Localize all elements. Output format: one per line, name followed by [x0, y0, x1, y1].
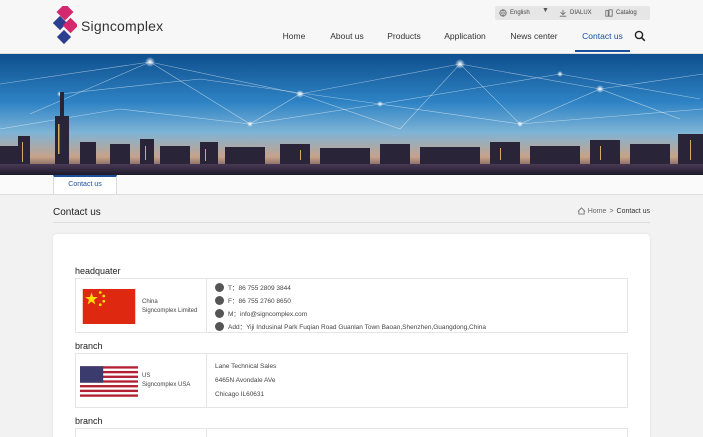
breadcrumb-home[interactable]: Home — [577, 207, 607, 215]
main-nav: Home About us Products Application News … — [0, 28, 703, 52]
branch-street-line: 6465N Avondale AVe — [215, 377, 276, 384]
section-label-branch-2: branch — [75, 416, 103, 426]
site-header: Signcomplex English ▼ DIALUX Catalog Hom… — [0, 0, 703, 54]
nav-contact-us[interactable]: Contact us — [575, 28, 630, 52]
dialux-link[interactable]: DIALUX — [559, 8, 592, 18]
phone-icon — [215, 282, 224, 292]
search-icon[interactable] — [634, 30, 646, 42]
tab-contact-us[interactable]: Contact us — [53, 175, 117, 195]
catalog-link[interactable]: Catalog — [605, 8, 637, 18]
home-icon — [577, 207, 586, 215]
breadcrumb: Home > Contact us — [577, 207, 650, 215]
section-label-branch: branch — [75, 341, 103, 351]
mail-value[interactable]: M：info@signcomplex.com — [228, 308, 307, 318]
mail-icon — [215, 308, 224, 318]
org-country: China — [142, 299, 158, 305]
nav-application[interactable]: Application — [439, 28, 491, 52]
nav-home[interactable]: Home — [278, 28, 310, 52]
page-title: Contact us — [53, 207, 101, 218]
mail-line[interactable]: M：info@signcomplex.com — [215, 308, 307, 318]
org-name-us: US Signcomplex USA — [142, 372, 190, 390]
usa-flag-icon — [80, 366, 138, 397]
subtab-bar: Contact us — [0, 175, 703, 195]
breadcrumb-home-label: Home — [587, 207, 607, 215]
catalog-icon — [605, 9, 613, 17]
fax-line: F：86 755 2760 8650 — [215, 295, 291, 305]
tel-line: T：86 755 2809 3844 — [215, 282, 291, 292]
fax-value: F：86 755 2760 8650 — [228, 298, 291, 305]
nav-about-us[interactable]: About us — [326, 28, 368, 52]
org-company: Signcomplex USA — [142, 382, 191, 388]
hero-banner — [0, 54, 703, 175]
tel-value: T：86 755 2809 3844 — [228, 285, 291, 292]
contact-row-branch-us: US Signcomplex USA Lane Technical Sales … — [75, 353, 628, 408]
fax-icon — [215, 295, 224, 305]
contact-card: headquater China Signcomplex Limited T：8… — [53, 234, 650, 437]
branch-city-line: Chicago IL60631 — [215, 391, 265, 398]
org-country: US — [142, 373, 151, 379]
org-name-china: China Signcomplex Limited — [142, 298, 197, 316]
city-network-illustration — [0, 57, 703, 175]
download-icon — [559, 9, 567, 17]
catalog-label: Catalog — [616, 10, 637, 16]
contact-row-branch-2 — [75, 428, 628, 437]
globe-icon — [499, 9, 507, 17]
chevron-down-icon[interactable]: ▼ — [542, 7, 549, 14]
org-company: Signcomplex Limited — [142, 308, 198, 314]
row-left — [76, 429, 207, 437]
title-row: Contact us Home > Contact us — [53, 205, 650, 223]
language-selector[interactable]: English — [499, 8, 530, 18]
row-left: US Signcomplex USA — [76, 354, 207, 407]
location-icon — [215, 321, 224, 331]
breadcrumb-separator: > — [609, 207, 614, 215]
row-left: China Signcomplex Limited — [76, 279, 207, 332]
language-label: English — [510, 10, 530, 16]
address-line: Add：Yiji Indusinal Park Fuqian Road Guan… — [215, 321, 486, 331]
nav-products[interactable]: Products — [383, 28, 425, 52]
branch-company-line: Lane Technical Sales — [215, 363, 277, 370]
contact-row-headquater: China Signcomplex Limited T：86 755 2809 … — [75, 278, 628, 333]
breadcrumb-current: Contact us — [616, 207, 650, 215]
address-value: Add：Yiji Indusinal Park Fuqian Road Guan… — [228, 324, 487, 331]
section-label-headquater: headquater — [75, 266, 121, 276]
utility-bar: English ▼ DIALUX Catalog — [495, 6, 650, 20]
nav-news-center[interactable]: News center — [505, 28, 563, 52]
dialux-label: DIALUX — [570, 10, 592, 16]
china-flag-icon — [82, 289, 136, 324]
